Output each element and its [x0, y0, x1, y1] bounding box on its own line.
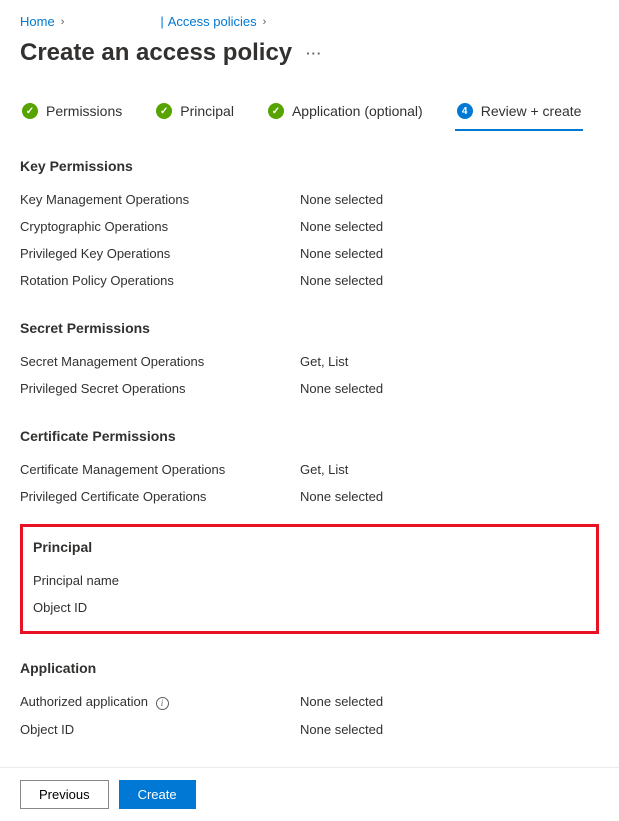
kv-row: Rotation Policy Operations None selected — [20, 267, 599, 294]
kv-row: Principal name — [33, 567, 586, 594]
section-certificate-permissions: Certificate Permissions — [20, 428, 599, 444]
tab-label: Permissions — [46, 103, 122, 119]
kv-label: Object ID — [33, 600, 313, 615]
kv-row: Cryptographic Operations None selected — [20, 213, 599, 240]
section-secret-permissions: Secret Permissions — [20, 320, 599, 336]
tab-label: Principal — [180, 103, 234, 119]
kv-row: Privileged Certificate Operations None s… — [20, 483, 599, 510]
kv-label: Key Management Operations — [20, 192, 300, 207]
kv-label: Authorized application i — [20, 694, 300, 710]
kv-row: Privileged Secret Operations None select… — [20, 375, 599, 402]
breadcrumb: Home › | Access policies › — [20, 10, 599, 37]
breadcrumb-home[interactable]: Home — [20, 14, 55, 29]
tab-review-create[interactable]: 4 Review + create — [455, 97, 584, 131]
wizard-footer: Previous Create — [0, 767, 619, 821]
kv-value: Get, List — [300, 462, 348, 477]
section-application: Application — [20, 660, 599, 676]
tab-permissions[interactable]: ✓ Permissions — [20, 97, 124, 131]
kv-row: Authorized application i None selected — [20, 688, 599, 716]
kv-label: Privileged Key Operations — [20, 246, 300, 261]
kv-label: Cryptographic Operations — [20, 219, 300, 234]
step-number-icon: 4 — [457, 103, 473, 119]
kv-row: Certificate Management Operations Get, L… — [20, 456, 599, 483]
kv-value: None selected — [300, 381, 383, 396]
check-icon: ✓ — [156, 103, 172, 119]
info-icon[interactable]: i — [156, 697, 169, 710]
page-title-text: Create an access policy — [20, 39, 292, 67]
tab-application[interactable]: ✓ Application (optional) — [266, 97, 425, 131]
kv-label: Rotation Policy Operations — [20, 273, 300, 288]
kv-row: Object ID — [33, 594, 586, 621]
kv-row: Secret Management Operations Get, List — [20, 348, 599, 375]
kv-label-text: Authorized application — [20, 694, 148, 709]
tab-label: Review + create — [481, 103, 582, 119]
section-key-permissions: Key Permissions — [20, 158, 599, 174]
kv-value: None selected — [300, 273, 383, 288]
kv-value: None selected — [300, 246, 383, 261]
kv-value: None selected — [300, 192, 383, 207]
chevron-right-icon: › — [261, 16, 269, 28]
wizard-tabs: ✓ Permissions ✓ Principal ✓ Application … — [20, 97, 599, 132]
create-button[interactable]: Create — [119, 780, 196, 809]
kv-value: None selected — [300, 489, 383, 504]
tab-label: Application (optional) — [292, 103, 423, 119]
chevron-right-icon: › — [59, 16, 67, 28]
principal-highlight: Principal Principal name Object ID — [20, 524, 599, 634]
breadcrumb-divider: | — [160, 14, 163, 29]
kv-value: None selected — [300, 722, 383, 737]
kv-row: Privileged Key Operations None selected — [20, 240, 599, 267]
check-icon: ✓ — [268, 103, 284, 119]
kv-value: None selected — [300, 219, 383, 234]
kv-row: Object ID None selected — [20, 716, 599, 743]
breadcrumb-access-policies[interactable]: Access policies — [168, 14, 257, 29]
check-icon: ✓ — [22, 103, 38, 119]
kv-label: Privileged Secret Operations — [20, 381, 300, 396]
kv-label: Secret Management Operations — [20, 354, 300, 369]
kv-value: Get, List — [300, 354, 348, 369]
kv-label: Object ID — [20, 722, 300, 737]
more-actions-icon[interactable]: ··· — [306, 46, 322, 61]
kv-label: Privileged Certificate Operations — [20, 489, 300, 504]
kv-row: Key Management Operations None selected — [20, 186, 599, 213]
kv-label: Certificate Management Operations — [20, 462, 300, 477]
page-title: Create an access policy ··· — [20, 37, 599, 77]
previous-button[interactable]: Previous — [20, 780, 109, 809]
kv-label: Principal name — [33, 573, 313, 588]
tab-principal[interactable]: ✓ Principal — [154, 97, 236, 131]
kv-value: None selected — [300, 694, 383, 710]
section-principal: Principal — [33, 539, 586, 555]
